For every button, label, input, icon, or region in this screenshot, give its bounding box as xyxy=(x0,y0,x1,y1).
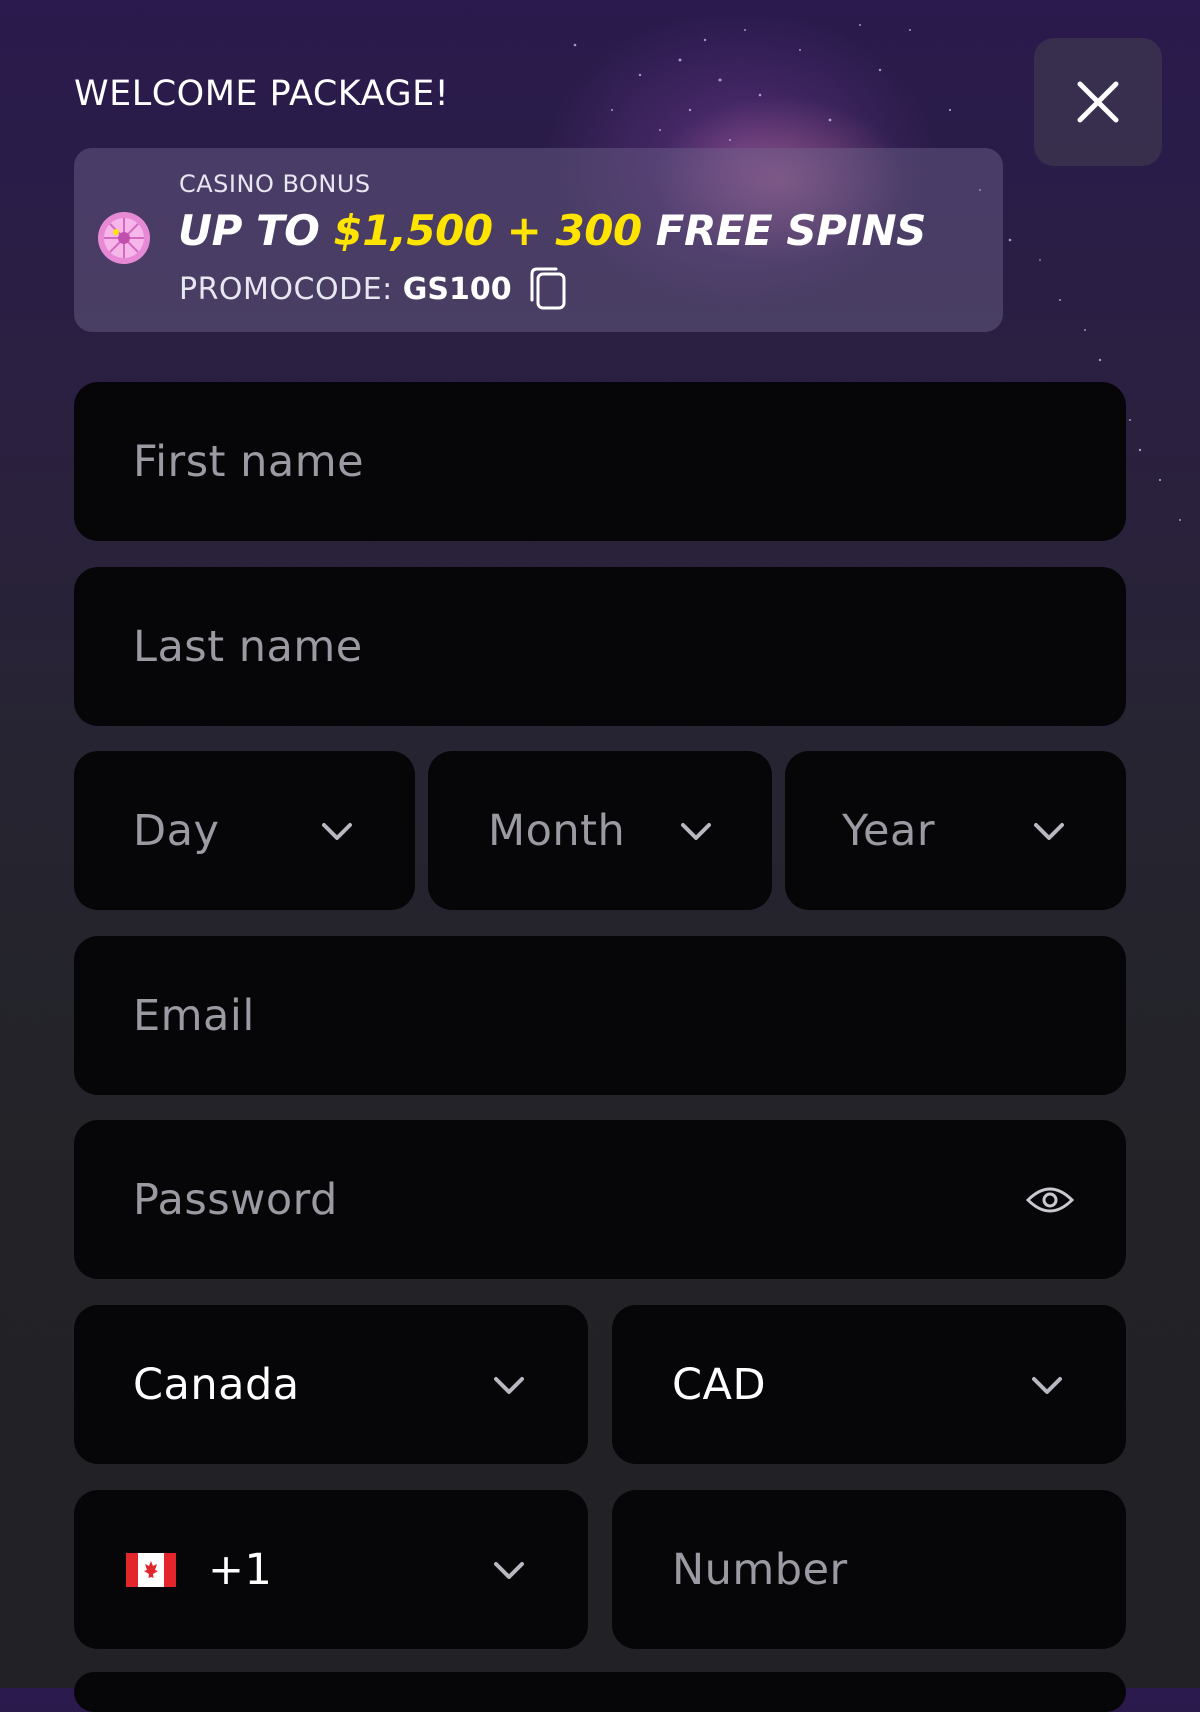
last-name-field[interactable]: Last name xyxy=(74,567,1126,726)
promo-row: PROMOCODE: GS100 xyxy=(179,266,568,312)
phone-code-select[interactable]: +1 xyxy=(74,1490,588,1649)
country-value: Canada xyxy=(133,1359,300,1410)
bonus-label: CASINO BONUS xyxy=(179,170,371,198)
next-field-partial xyxy=(74,1672,1126,1712)
canada-flag-icon xyxy=(126,1552,176,1587)
chevron-down-icon xyxy=(1032,1376,1062,1394)
phone-number-field[interactable]: Number xyxy=(612,1490,1126,1649)
page-title: WELCOME PACKAGE! xyxy=(74,74,450,114)
day-select[interactable]: Day xyxy=(74,751,415,910)
month-select[interactable]: Month xyxy=(428,751,772,910)
currency-select[interactable]: CAD xyxy=(612,1305,1126,1464)
day-select-label: Day xyxy=(133,805,220,856)
chevron-down-icon xyxy=(494,1376,524,1394)
last-name-placeholder: Last name xyxy=(133,621,363,672)
promo-label: PROMOCODE: xyxy=(179,271,393,307)
bonus-card: CASINO BONUS UP TO $1,500 + 300 FREE SPI… xyxy=(74,148,1003,332)
copy-icon[interactable] xyxy=(528,266,568,312)
first-name-placeholder: First name xyxy=(133,436,365,487)
password-field[interactable]: Password xyxy=(74,1120,1126,1279)
chevron-down-icon xyxy=(494,1561,524,1579)
bonus-headline-suffix: FREE SPINS xyxy=(641,206,927,255)
bonus-headline-prefix: UP TO xyxy=(178,206,334,255)
close-icon xyxy=(1077,81,1119,123)
year-select-label: Year xyxy=(842,805,936,856)
year-select[interactable]: Year xyxy=(785,751,1126,910)
currency-value: CAD xyxy=(672,1359,767,1410)
promo-code: GS100 xyxy=(402,271,512,307)
bonus-headline: UP TO $1,500 + 300 FREE SPINS xyxy=(178,206,926,255)
chevron-down-icon xyxy=(681,822,711,840)
first-name-field[interactable]: First name xyxy=(74,382,1126,541)
close-button[interactable] xyxy=(1034,38,1162,166)
country-select[interactable]: Canada xyxy=(74,1305,588,1464)
chevron-down-icon xyxy=(322,822,352,840)
password-placeholder: Password xyxy=(133,1174,338,1225)
email-field[interactable]: Email xyxy=(74,936,1126,1095)
phone-number-placeholder: Number xyxy=(672,1544,848,1595)
bonus-amount: $1,500 + 300 xyxy=(333,206,642,255)
bonus-wheel-icon xyxy=(98,212,150,264)
email-placeholder: Email xyxy=(133,990,255,1041)
month-select-label: Month xyxy=(488,805,626,856)
eye-icon[interactable] xyxy=(1026,1184,1074,1216)
chevron-down-icon xyxy=(1034,822,1064,840)
phone-code-value: +1 xyxy=(208,1544,273,1595)
